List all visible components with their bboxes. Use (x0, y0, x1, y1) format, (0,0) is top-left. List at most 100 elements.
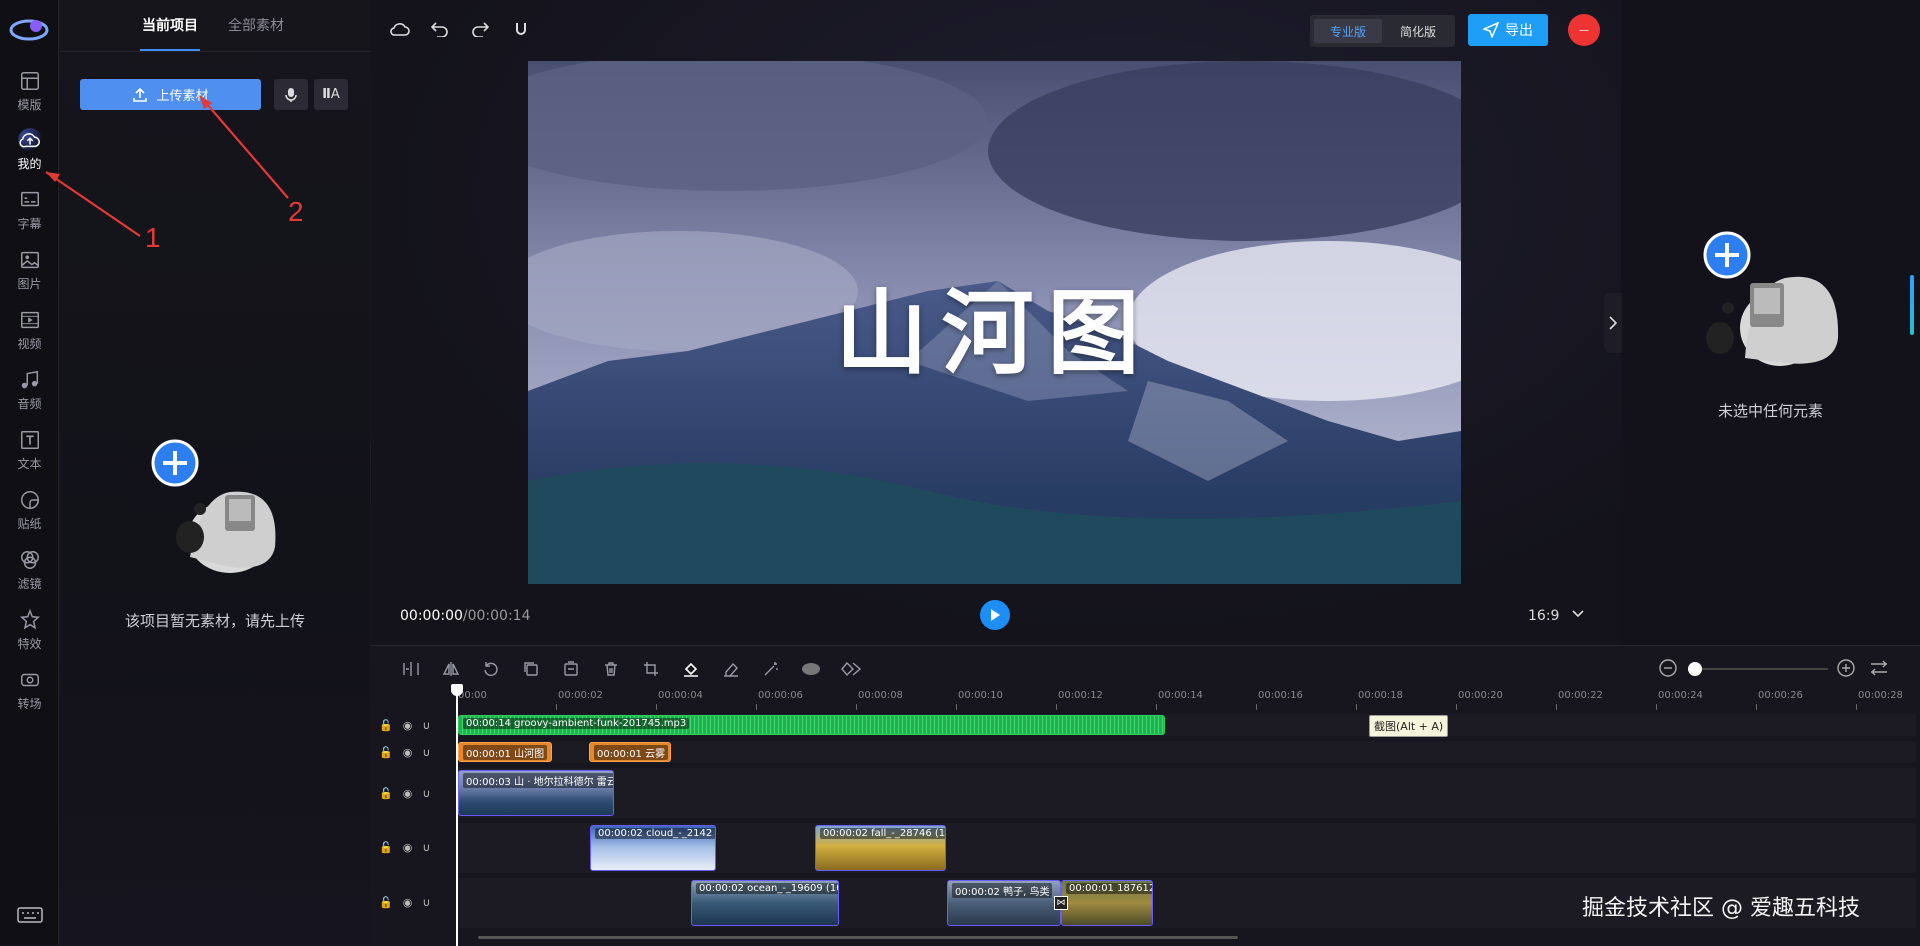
sidebar-item-image[interactable]: 图片 (0, 239, 59, 301)
transition-icon (18, 668, 42, 692)
tts-icon: Ⅱ (322, 87, 331, 102)
mirror-icon[interactable] (440, 658, 462, 680)
text-clip-cloud[interactable]: 00:00:01 云雾 (589, 742, 671, 762)
chevron-down-icon[interactable] (1570, 604, 1586, 624)
sidebar-item-filter[interactable]: 滤镜 (0, 539, 59, 601)
record-voice-button[interactable] (274, 79, 308, 110)
eraser-icon[interactable] (720, 658, 742, 680)
pro-version-button[interactable]: 专业版 (1314, 19, 1382, 43)
timeline-horizontal-scrollbar[interactable] (478, 936, 1238, 939)
lock-icon[interactable]: 🔓 (379, 896, 393, 909)
keyframe-icon[interactable] (840, 658, 862, 680)
expand-right-panel-button[interactable] (1604, 293, 1622, 353)
text-to-speech-button[interactable]: ⅡA (314, 79, 348, 110)
tab-current-project[interactable]: 当前项目 (142, 15, 198, 35)
sidebar-item-music[interactable]: 音频 (0, 359, 59, 421)
delete-icon[interactable] (600, 658, 622, 680)
sidebar-item-label: 文本 (17, 457, 42, 471)
sidebar-item-cloud-upload[interactable]: 我的 (0, 119, 59, 181)
copy-icon[interactable] (520, 658, 542, 680)
text-clip-title[interactable]: 00:00:01 山河图 (458, 742, 552, 762)
sidebar-item-label: 转场 (17, 697, 42, 711)
lock-icon[interactable]: 🔓 (379, 787, 393, 800)
sidebar-item-label: 字幕 (17, 217, 42, 231)
cloud-save-icon[interactable] (389, 18, 411, 40)
send-icon (1483, 22, 1499, 38)
crop-icon[interactable] (640, 658, 662, 680)
template-icon (18, 69, 42, 93)
sidebar-item-label: 音频 (17, 397, 42, 411)
video-clip-seabird[interactable]: 00:00:02 鸭子, 鸟类 (947, 880, 1061, 926)
lock-icon[interactable]: 🔓 (379, 746, 393, 759)
right-scrollbar[interactable] (1910, 275, 1914, 335)
magnet-icon[interactable]: ∪ (422, 719, 430, 732)
eye-icon[interactable]: ◉ (403, 746, 413, 759)
freeze-icon[interactable] (560, 658, 582, 680)
magnet-icon[interactable]: ∪ (422, 841, 430, 854)
lock-icon[interactable]: 🔓 (379, 719, 393, 732)
avatar[interactable]: — (1568, 14, 1600, 46)
magnet-icon[interactable]: ∪ (422, 787, 430, 800)
ruler-tick-label: 00:00:10 (958, 690, 1003, 701)
video-clip-fall[interactable]: 00:00:02 fall_-_28746 (10 (815, 825, 946, 871)
export-button[interactable]: 导出 (1468, 14, 1548, 46)
video-clip-ocean[interactable]: 00:00:02 ocean_-_19609 (108 (691, 880, 839, 926)
ruler-tick-label: 00:00:26 (1758, 690, 1803, 701)
playhead[interactable] (456, 686, 458, 946)
magnet-icon[interactable] (510, 18, 532, 40)
sidebar-item-subtitle[interactable]: 字幕 (0, 179, 59, 241)
zoom-slider-handle[interactable] (1688, 662, 1702, 676)
undo-icon[interactable] (429, 18, 451, 40)
sidebar-item-label: 我的 (17, 157, 42, 171)
lock-icon[interactable]: 🔓 (379, 841, 393, 854)
microphone-icon (285, 87, 297, 102)
magnet-icon[interactable]: ∪ (422, 896, 430, 909)
fill-icon[interactable] (680, 658, 702, 680)
transition-marker-icon[interactable]: ⋈ (1054, 896, 1068, 910)
magnet-icon[interactable]: ∪ (422, 746, 430, 759)
eye-icon[interactable]: ◉ (403, 841, 413, 854)
video-clip-forest[interactable]: 00:00:01 187612 (1061, 880, 1153, 926)
upload-material-button[interactable]: 上传素材 (80, 79, 261, 110)
eye-icon[interactable]: ◉ (403, 719, 413, 732)
text-clip-label: 00:00:01 山河图 (463, 745, 548, 760)
tab-all-materials[interactable]: 全部素材 (228, 15, 284, 35)
simple-version-button[interactable]: 简化版 (1384, 19, 1452, 43)
video-clip-mountain[interactable]: 00:00:03 山 · 地尔拉科德尔 雷云 (458, 770, 614, 816)
sidebar-item-transition[interactable]: 转场 (0, 659, 59, 721)
sidebar-item-effect[interactable]: 特效 (0, 599, 59, 661)
rotate-icon[interactable] (480, 658, 502, 680)
aspect-ratio-select[interactable]: 16:9 (1528, 608, 1559, 624)
magic-wand-icon[interactable] (760, 658, 782, 680)
screenshot-tooltip: 截图(Alt + A) (1369, 715, 1449, 737)
app-logo-icon[interactable] (6, 8, 52, 48)
sidebar-item-sticker[interactable]: 贴纸 (0, 479, 59, 541)
video-preview[interactable]: 山河图 (528, 61, 1461, 584)
zoom-out-icon[interactable] (1658, 658, 1678, 678)
time-ruler[interactable]: 00:00 00:00:02 00:00:04 00:00:06 00:00:08 00:… (456, 690, 1916, 712)
fit-timeline-icon[interactable] (1869, 658, 1889, 678)
eye-icon[interactable]: ◉ (403, 787, 413, 800)
keyboard-icon[interactable] (17, 906, 43, 924)
sidebar-item-template[interactable]: 模版 (0, 60, 59, 122)
tts-label: A (330, 87, 340, 102)
ruler-tick-mark (756, 704, 757, 710)
eye-icon[interactable]: ◉ (403, 896, 413, 909)
zoom-slider-track[interactable] (1696, 668, 1828, 670)
ruler-tick-mark (556, 704, 557, 710)
sidebar-item-label: 图片 (17, 277, 42, 291)
video-clip-cloud[interactable]: 00:00:02 cloud_-_2142 ( (590, 825, 716, 871)
mask-icon[interactable] (800, 658, 822, 680)
video-clip-label: 00:00:01 187612 (1066, 883, 1152, 894)
split-icon[interactable] (400, 658, 422, 680)
zoom-in-icon[interactable] (1836, 658, 1856, 678)
time-display: 00:00:00/00:00:14 (400, 608, 530, 624)
preview-title-text[interactable]: 山河图 (528, 259, 1461, 392)
video-track-1 (456, 768, 1916, 818)
redo-icon[interactable] (469, 18, 491, 40)
audio-clip[interactable]: 00:00:14 groovy-ambient-funk-201745.mp3 (458, 715, 1165, 735)
play-button[interactable] (980, 600, 1010, 630)
sidebar-item-video[interactable]: 视频 (0, 299, 59, 361)
version-switch: 专业版 简化版 (1310, 15, 1455, 47)
sidebar-item-text[interactable]: 文本 (0, 419, 59, 481)
